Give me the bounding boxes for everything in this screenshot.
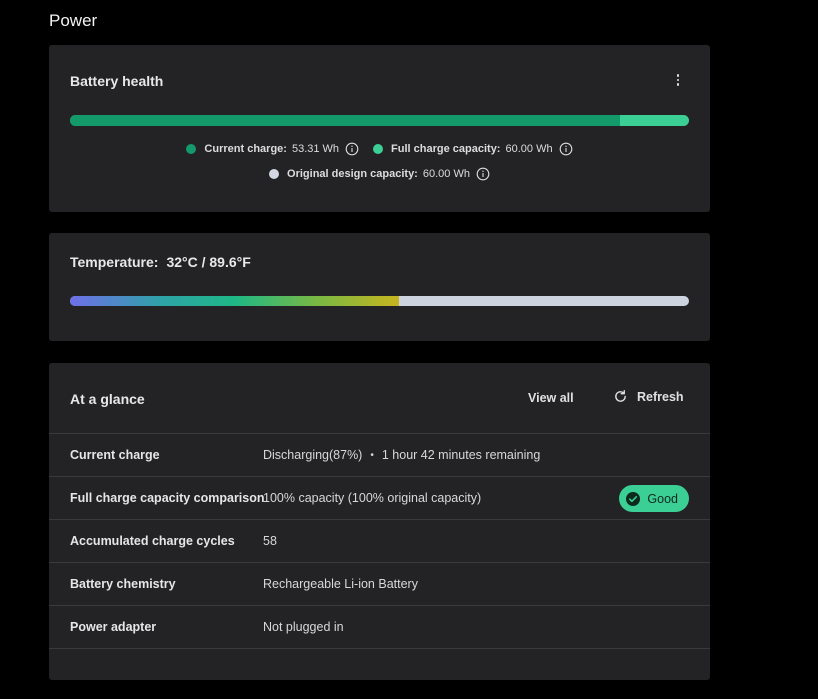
table-row: Current charge Discharging(87%) • 1 hour… [49,433,710,476]
table-row: Power adapter Not plugged in [49,605,710,649]
current-charge-dot-icon [186,144,197,154]
refresh-label: Refresh [637,389,684,404]
legend-full-charge-capacity: Full charge capacity: 60.00 Wh [373,142,573,156]
legend-value: 53.31 Wh [291,143,340,155]
at-a-glance-header: At a glance View all Refresh [49,363,710,433]
legend-original-design-capacity: Original design capacity: 60.00 Wh [269,167,490,181]
more-options-icon[interactable] [670,71,686,89]
badge-label: Good [647,491,678,506]
table-row: Full charge capacity comparison 100% cap… [49,476,710,519]
battery-health-card: Battery health Current charge: 53.31 Wh … [49,45,710,212]
page-title: Power [49,11,98,30]
at-a-glance-table: Current charge Discharging(87%) • 1 hour… [49,433,710,649]
refresh-icon [615,389,626,402]
battery-health-title: Battery health [70,73,164,89]
table-row: Accumulated charge cycles 58 [49,519,710,562]
info-icon[interactable] [345,142,359,156]
table-row: Battery chemistry Rechargeable Li-ion Ba… [49,562,710,605]
row-value: Not plugged in [263,620,344,634]
legend-label: Original design capacity: [287,168,418,180]
separator-dot: • [370,449,374,461]
time-remaining: 1 hour 42 minutes remaining [381,448,541,462]
legend-label: Current charge: [204,143,287,155]
temperature-value: 32°C / 89.6°F [166,254,251,270]
row-label: Full charge capacity comparison [70,491,265,505]
at-a-glance-title: At a glance [70,391,145,407]
temperature-card: Temperature: 32°C / 89.6°F [49,233,710,341]
temperature-label: Temperature: [70,254,159,270]
row-value: Rechargeable Li-ion Battery [263,577,418,591]
row-value: Discharging(87%) • 1 hour 42 minutes rem… [263,448,540,462]
legend-label: Full charge capacity: [391,143,501,155]
battery-legend-row: Current charge: 53.31 Wh Full charge cap… [49,142,710,156]
temperature-bar [70,296,689,306]
info-icon[interactable] [559,142,573,156]
legend-value: 60.00 Wh [505,143,553,155]
refresh-button[interactable]: Refresh [613,389,684,404]
row-label: Battery chemistry [70,577,176,591]
check-circle-icon [626,491,641,506]
status-badge: Good [619,485,689,512]
view-all-button[interactable]: View all [528,391,574,405]
temperature-title: Temperature: 32°C / 89.6°F [70,254,251,270]
at-a-glance-card: At a glance View all Refresh Current cha… [49,363,710,680]
battery-charge-fill [70,115,620,126]
charge-status: Discharging(87%) [263,448,363,462]
full-charge-dot-icon [373,144,384,154]
row-label: Power adapter [70,620,157,634]
info-icon[interactable] [476,167,490,181]
legend-current-charge: Current charge: 53.31 Wh [186,142,359,156]
temperature-fill [70,296,400,306]
design-capacity-dot-icon [269,169,280,179]
row-label: Accumulated charge cycles [70,534,235,548]
legend-value: 60.00 Wh [422,168,470,180]
row-value: 100% capacity (100% original capacity) [263,491,482,505]
battery-charge-bar [70,115,689,126]
row-value: 58 [263,534,277,548]
row-label: Current charge [70,448,160,462]
battery-legend-row: Original design capacity: 60.00 Wh [49,167,710,181]
